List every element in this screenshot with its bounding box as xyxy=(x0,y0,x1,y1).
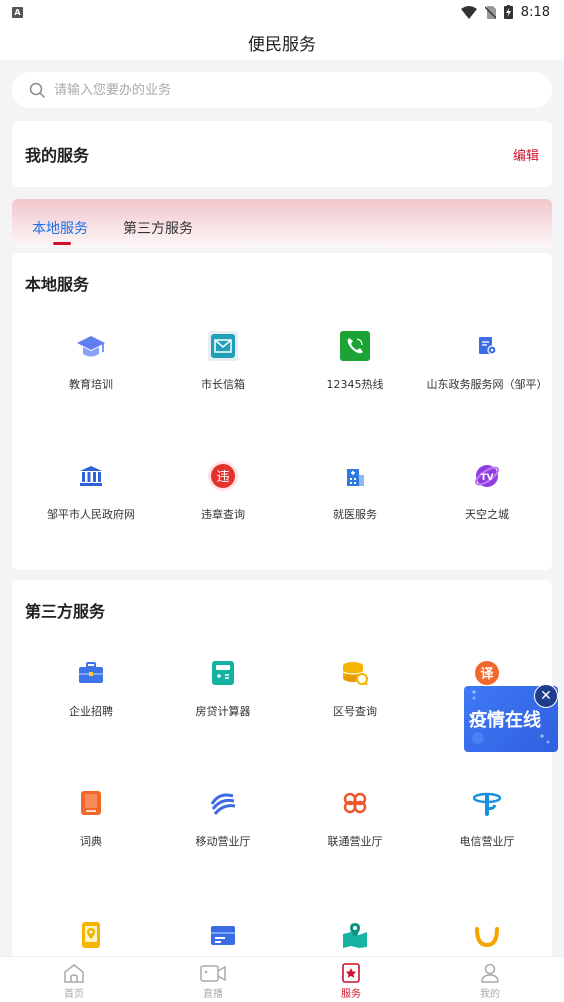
area-code-icon xyxy=(340,658,370,688)
china-mobile-icon xyxy=(208,788,238,818)
service-label: 12345热线 xyxy=(326,378,384,391)
service-violation-query[interactable]: 违 违章查询 xyxy=(157,461,289,531)
china-unicom-icon xyxy=(340,788,370,818)
status-bar: A 8:18 xyxy=(0,0,564,24)
service-label: 市长信箱 xyxy=(201,378,245,391)
bottom-navigation: 首页 直播 服务 我的 xyxy=(0,956,564,1002)
search-bar[interactable] xyxy=(12,72,552,108)
app-notification-icon: A xyxy=(12,6,23,18)
service-label: 房贷计算器 xyxy=(195,705,251,718)
page-title: 便民服务 xyxy=(248,34,316,55)
svg-text:译: 译 xyxy=(480,667,494,682)
video-camera-icon xyxy=(200,965,226,982)
service-label: 山东政务服务网（邹平） xyxy=(426,378,548,391)
translate-icon: 译 xyxy=(472,658,502,688)
local-services-card: 本地服务 教育培训 市长信箱 12345热线 山东政务服务网（邹平） 邹平市人民… xyxy=(12,253,552,570)
service-mortgage-calculator[interactable]: 房贷计算器 xyxy=(157,658,289,728)
nav-mine[interactable]: 我的 xyxy=(460,963,520,1000)
briefcase-icon xyxy=(76,658,106,688)
dictionary-icon xyxy=(76,788,106,818)
wifi-icon xyxy=(460,5,477,19)
phone-location-icon xyxy=(76,920,106,950)
nav-services[interactable]: 服务 xyxy=(321,963,381,1000)
nav-live[interactable]: 直播 xyxy=(183,963,243,1000)
service-label: 词典 xyxy=(80,835,102,848)
close-icon[interactable]: ✕ xyxy=(534,684,558,708)
service-label: 联通营业厅 xyxy=(327,835,383,848)
third-party-services-title: 第三方服务 xyxy=(25,602,106,621)
edit-button[interactable]: 编辑 xyxy=(513,145,539,164)
my-services-title: 我的服务 xyxy=(25,146,90,165)
local-services-title: 本地服务 xyxy=(25,275,90,294)
service-china-telecom[interactable]: 电信营业厅 xyxy=(421,788,553,858)
calculator-icon xyxy=(208,658,238,688)
service-mayor-mailbox[interactable]: 市长信箱 xyxy=(157,331,289,401)
nav-label: 直播 xyxy=(203,989,223,1000)
svg-text:违: 违 xyxy=(216,470,229,485)
service-china-unicom[interactable]: 联通营业厅 xyxy=(289,788,421,858)
package-icon xyxy=(208,920,238,950)
service-tabs: 本地服务 第三方服务 xyxy=(12,199,552,247)
nav-label: 我的 xyxy=(480,989,500,1000)
svg-text:TV: TV xyxy=(480,473,493,483)
hospital-icon xyxy=(340,461,370,491)
service-label: 区号查询 xyxy=(333,705,377,718)
government-doc-icon xyxy=(472,331,502,361)
service-zouping-gov-site[interactable]: 邹平市人民政府网 xyxy=(25,461,157,531)
didi-icon xyxy=(472,920,502,950)
service-shandong-gov-service[interactable]: 山东政务服务网（邹平） xyxy=(421,331,553,401)
phone-icon xyxy=(340,331,370,361)
active-tab-indicator xyxy=(53,242,71,245)
service-label: 天空之城 xyxy=(465,508,509,521)
tv-icon: TV xyxy=(472,461,502,491)
violation-icon: 违 xyxy=(208,461,238,491)
service-area-code-query[interactable]: 区号查询 xyxy=(289,658,421,728)
search-icon xyxy=(29,82,45,98)
government-building-icon xyxy=(76,461,106,491)
nav-label: 首页 xyxy=(64,989,84,1000)
service-label: 就医服务 xyxy=(333,508,377,521)
service-education[interactable]: 教育培训 xyxy=(25,331,157,401)
nav-home[interactable]: 首页 xyxy=(44,963,104,1000)
tab-third-party-services[interactable]: 第三方服务 xyxy=(123,218,193,238)
service-label: 教育培训 xyxy=(69,378,113,391)
badge-text: 疫情在线 xyxy=(469,710,541,731)
service-sky-city[interactable]: TV 天空之城 xyxy=(421,461,553,531)
service-12345-hotline[interactable]: 12345热线 xyxy=(289,331,421,401)
service-dictionary[interactable]: 词典 xyxy=(25,788,157,858)
service-medical[interactable]: 就医服务 xyxy=(289,461,421,531)
service-label: 邹平市人民政府网 xyxy=(47,508,135,521)
user-icon xyxy=(481,963,499,983)
graduation-cap-icon xyxy=(76,331,106,361)
service-label: 违章查询 xyxy=(201,508,245,521)
map-pin-icon xyxy=(340,920,370,950)
nav-label: 服务 xyxy=(341,989,361,1000)
third-party-services-card: 第三方服务 企业招聘 房贷计算器 区号查询 译 词典 移动营业厅 联通营业厅 电… xyxy=(12,580,552,980)
status-indicators: 8:18 xyxy=(460,4,550,20)
service-star-icon xyxy=(342,963,360,983)
mail-icon xyxy=(208,331,238,361)
title-bar: 便民服务 xyxy=(0,24,564,60)
service-china-mobile[interactable]: 移动营业厅 xyxy=(157,788,289,858)
china-telecom-icon xyxy=(472,788,502,818)
service-label: 移动营业厅 xyxy=(195,835,251,848)
battery-charging-icon xyxy=(503,5,513,19)
home-icon xyxy=(64,964,84,983)
status-time: 8:18 xyxy=(520,4,550,20)
search-input[interactable] xyxy=(54,82,514,98)
service-job-recruitment[interactable]: 企业招聘 xyxy=(25,658,157,728)
tab-local-services[interactable]: 本地服务 xyxy=(32,218,88,238)
my-services-card: 我的服务 编辑 xyxy=(12,121,552,187)
no-sim-icon xyxy=(484,5,496,19)
service-label: 电信营业厅 xyxy=(459,835,515,848)
service-label: 企业招聘 xyxy=(69,705,113,718)
